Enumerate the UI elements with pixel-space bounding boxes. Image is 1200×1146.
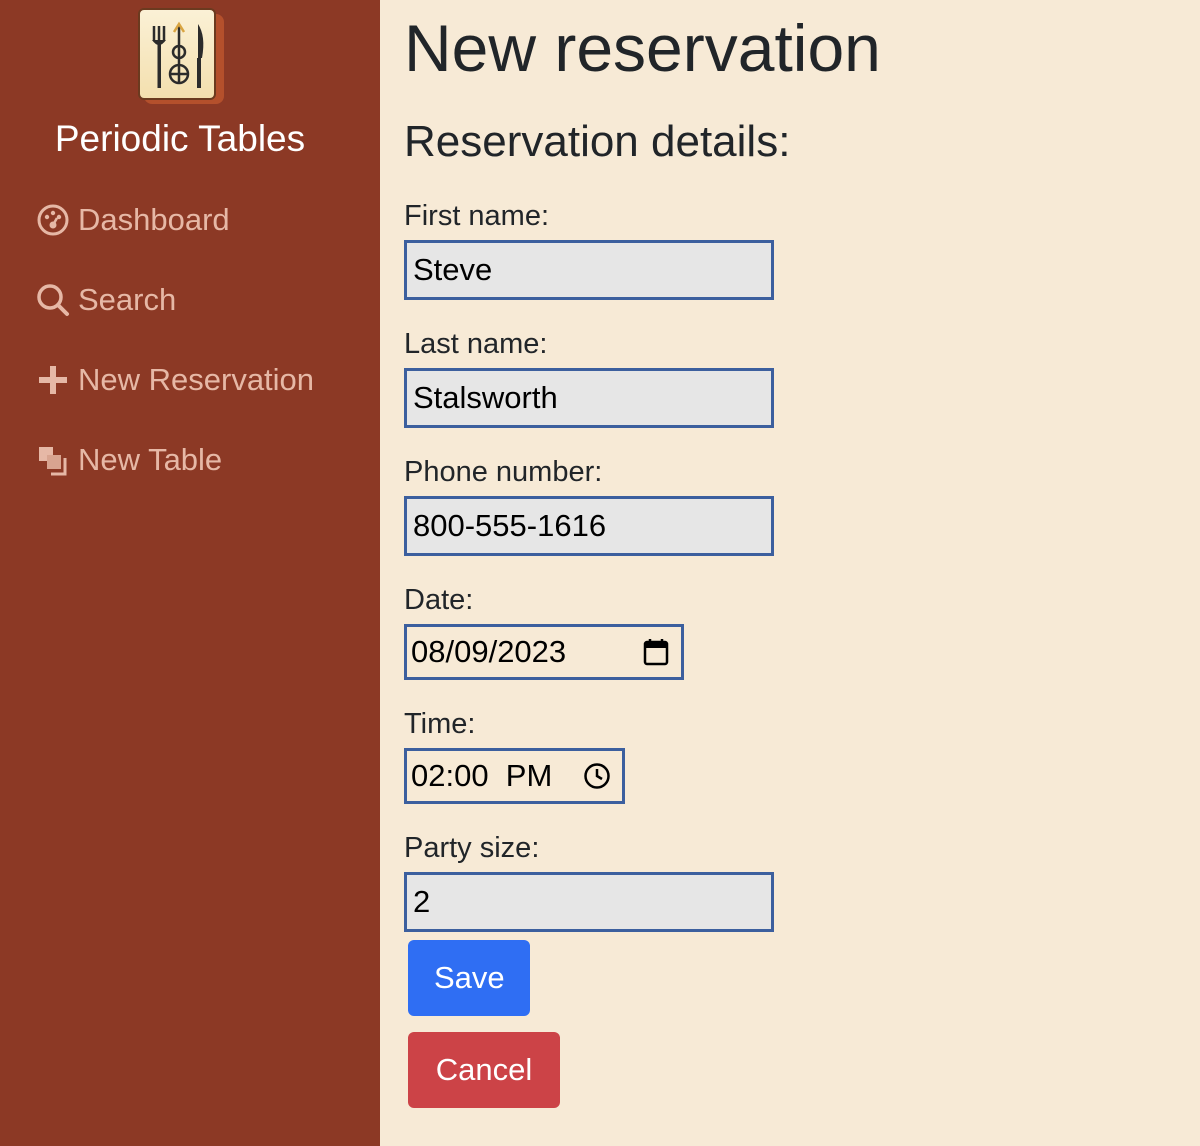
phone-label: Phone number: [404,456,603,488]
first-name-input[interactable] [404,240,774,300]
clock-icon[interactable] [582,761,612,791]
date-label: Date: [404,584,474,616]
nav-item-dashboard[interactable]: Dashboard [36,198,230,242]
nav-item-new-reservation[interactable]: New Reservation [36,358,314,402]
save-button[interactable]: Save [408,940,530,1016]
time-input[interactable]: 02:00 PM [404,748,625,804]
nav-item-search[interactable]: Search [36,278,176,322]
first-name-label: First name: [404,200,550,232]
page-title: New reservation [404,11,881,85]
last-name-input[interactable] [404,368,774,428]
calendar-icon[interactable] [641,637,671,667]
fork-knife-logo-icon [138,8,216,100]
time-value: 02:00 PM [411,758,553,793]
plus-icon [36,363,70,397]
date-input[interactable]: 08/09/2023 [404,624,684,680]
nav-label-new-reservation: New Reservation [78,362,315,397]
time-label: Time: [404,708,476,740]
party-size-input[interactable] [404,872,774,932]
party-size-label: Party size: [404,832,540,864]
nav-item-new-table[interactable]: New Table [36,438,222,482]
search-icon [36,283,70,317]
phone-input[interactable] [404,496,774,556]
nav-label-search: Search [78,282,177,317]
date-value: 08/09/2023 [411,634,567,669]
layers-icon [36,443,70,477]
dashboard-icon [36,203,70,237]
sidebar: Periodic Tables Dashboard Search New Res… [0,0,380,1146]
nav-label-new-table: New Table [78,442,223,477]
nav-label-dashboard: Dashboard [78,202,230,237]
last-name-label: Last name: [404,328,548,360]
cancel-button[interactable]: Cancel [408,1032,560,1108]
brand-title[interactable]: Periodic Tables [0,114,360,164]
section-title: Reservation details: [404,117,791,166]
app-logo[interactable] [138,8,226,108]
